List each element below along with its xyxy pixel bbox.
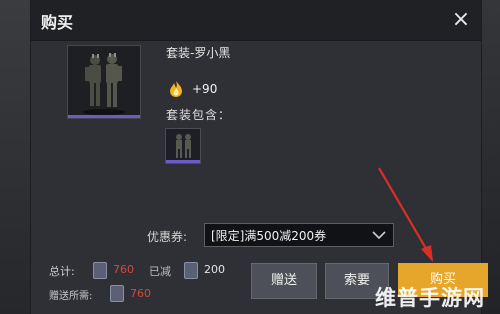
watermark-text: 维普手游网 [375, 286, 485, 310]
annotation-arrow [378, 167, 433, 262]
